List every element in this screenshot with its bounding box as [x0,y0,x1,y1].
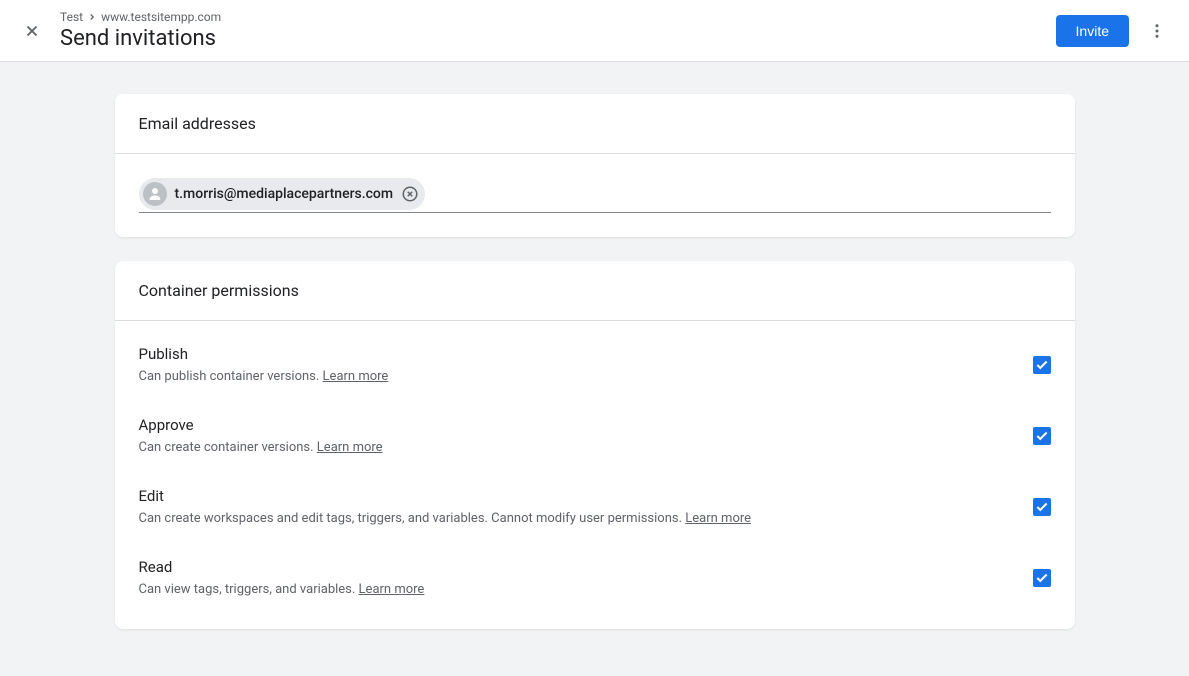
content-area: Email addresses t.morris@mediaplacepartn… [0,62,1189,661]
email-card-title: Email addresses [115,94,1075,154]
check-icon [1035,358,1049,372]
permission-info: Publish Can publish container versions. … [139,345,1017,384]
learn-more-link[interactable]: Learn more [323,369,389,384]
permission-row-read: Read Can view tags, triggers, and variab… [139,542,1051,613]
permission-checkbox-approve[interactable] [1033,427,1051,445]
chip-email-text: t.morris@mediaplacepartners.com [175,186,394,202]
email-chip: t.morris@mediaplacepartners.com [139,178,426,210]
permission-desc: Can publish container versions. Learn mo… [139,369,1017,384]
permissions-list: Publish Can publish container versions. … [115,321,1075,629]
email-addresses-card: Email addresses t.morris@mediaplacepartn… [115,94,1075,237]
learn-more-link[interactable]: Learn more [359,582,425,597]
permission-checkbox-edit[interactable] [1033,498,1051,516]
container-permissions-card: Container permissions Publish Can publis… [115,261,1075,629]
email-card-body: t.morris@mediaplacepartners.com [115,154,1075,237]
permission-desc: Can view tags, triggers, and variables. … [139,582,1017,597]
chevron-right-icon [87,12,97,22]
permission-title: Edit [139,487,1017,505]
breadcrumb-account: Test [60,10,83,24]
permission-checkbox-read[interactable] [1033,569,1051,587]
permission-row-publish: Publish Can publish container versions. … [139,329,1051,400]
breadcrumb-container: www.testsitempp.com [101,10,221,24]
check-icon [1035,500,1049,514]
permissions-card-title: Container permissions [115,261,1075,321]
email-input[interactable]: t.morris@mediaplacepartners.com [139,178,1051,213]
permission-title: Approve [139,416,1017,434]
breadcrumb: Test www.testsitempp.com [60,10,1056,24]
learn-more-link[interactable]: Learn more [685,511,751,526]
permission-desc: Can create container versions. Learn mor… [139,440,1017,455]
permission-info: Edit Can create workspaces and edit tags… [139,487,1017,526]
permission-info: Read Can view tags, triggers, and variab… [139,558,1017,597]
header-actions: Invite [1056,11,1177,51]
check-icon [1035,571,1049,585]
permission-row-edit: Edit Can create workspaces and edit tags… [139,471,1051,542]
cancel-icon [401,185,419,203]
permission-title: Publish [139,345,1017,363]
permission-checkbox-publish[interactable] [1033,356,1051,374]
avatar-icon [143,182,167,206]
check-icon [1035,429,1049,443]
permission-title: Read [139,558,1017,576]
page-title: Send invitations [60,26,1056,51]
close-icon [23,22,41,40]
more-menu-button[interactable] [1137,11,1177,51]
permission-row-approve: Approve Can create container versions. L… [139,400,1051,471]
more-vert-icon [1148,22,1166,40]
dialog-header: Test www.testsitempp.com Send invitation… [0,0,1189,62]
header-titles: Test www.testsitempp.com Send invitation… [60,10,1056,51]
learn-more-link[interactable]: Learn more [317,440,383,455]
permission-info: Approve Can create container versions. L… [139,416,1017,455]
chip-remove-button[interactable] [401,185,419,203]
permission-desc: Can create workspaces and edit tags, tri… [139,511,1017,526]
invite-button[interactable]: Invite [1056,15,1129,47]
close-button[interactable] [12,11,52,51]
